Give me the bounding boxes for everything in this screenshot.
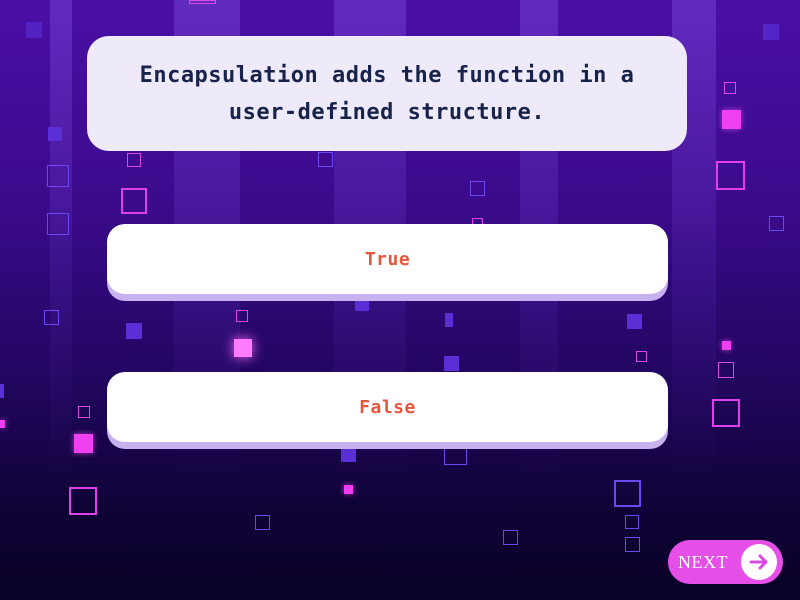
background-square (47, 165, 69, 187)
answer-label: True (364, 248, 411, 270)
background-square (48, 127, 62, 141)
background-square (0, 420, 5, 428)
background-light-stripe (50, 0, 72, 600)
background-square (716, 161, 745, 190)
background-square (503, 530, 518, 545)
background-square (78, 406, 90, 418)
background-square (355, 297, 369, 311)
answer-option-false[interactable]: False (107, 372, 668, 442)
arrow-right-icon (741, 544, 777, 580)
background-square (625, 537, 640, 552)
background-square (722, 341, 731, 350)
background-square (712, 399, 740, 427)
answer-label: False (359, 396, 416, 418)
background-square (763, 24, 779, 40)
question-text: Encapsulation adds the function in a use… (139, 62, 635, 125)
background-square (189, 0, 216, 4)
background-square (47, 213, 69, 235)
background-square (69, 487, 97, 515)
background-square (26, 22, 42, 38)
background-square (0, 384, 4, 398)
background-square (722, 110, 741, 129)
background-square (236, 310, 248, 322)
background-square (121, 188, 147, 214)
background-square (769, 216, 784, 231)
background-square (74, 434, 93, 453)
background-square (614, 480, 641, 507)
background-square (625, 515, 639, 529)
background-square (234, 339, 252, 357)
background-square (445, 313, 453, 327)
background-square (444, 442, 467, 465)
background-square (444, 356, 459, 371)
background-square (636, 351, 647, 362)
next-button[interactable]: NEXT (668, 540, 783, 584)
background-square (718, 362, 734, 378)
background-square (255, 515, 270, 530)
background-square (341, 447, 356, 462)
background-square (724, 82, 736, 94)
background-square (627, 314, 642, 329)
answer-option-true[interactable]: True (107, 224, 668, 294)
background-square (44, 310, 59, 325)
background-square (470, 181, 485, 196)
background-square (344, 485, 353, 494)
background-square (318, 152, 333, 167)
background-square (127, 153, 141, 167)
question-card: Encapsulation adds the function in a use… (87, 36, 687, 151)
background-square (126, 323, 142, 339)
next-button-label: NEXT (678, 551, 728, 572)
